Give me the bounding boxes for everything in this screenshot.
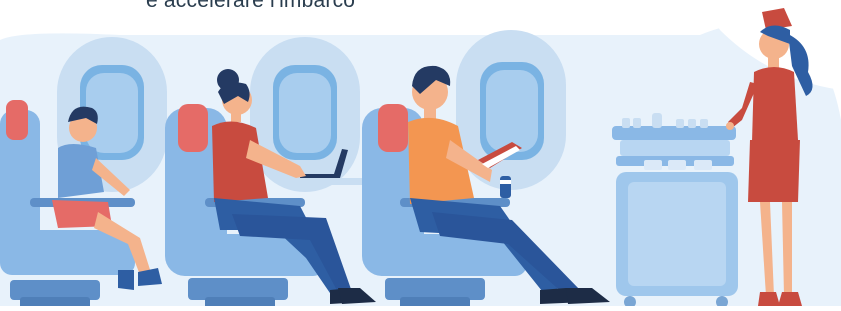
cabin-scene xyxy=(0,0,841,311)
service-trolley xyxy=(612,113,738,308)
airplane-window-icon xyxy=(250,37,360,192)
illustration: e accelerare l'imbarco xyxy=(0,0,841,311)
drink-can-icon xyxy=(500,176,511,198)
bottom-edge xyxy=(0,306,841,311)
caption-text: e accelerare l'imbarco xyxy=(146,0,356,12)
